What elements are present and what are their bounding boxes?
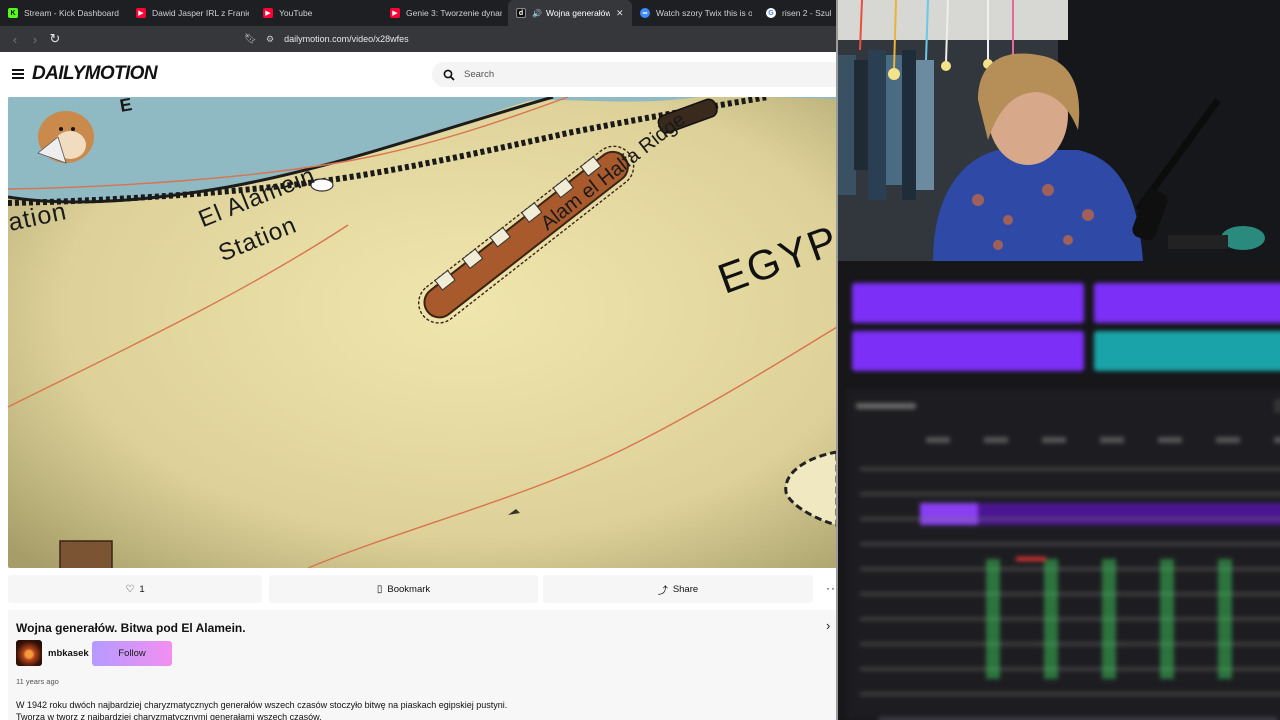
youtube-icon: ▶: [136, 8, 146, 18]
url-text: dailymotion.com/video/x28wfes: [284, 34, 409, 44]
back-icon[interactable]: ‹: [5, 32, 25, 47]
stat-card: [1094, 283, 1280, 323]
like-button[interactable]: ♡ 1: [8, 575, 262, 603]
chevron-right-icon[interactable]: ›: [826, 618, 830, 633]
tab-title: Watch szory Twix this is on: [656, 8, 752, 18]
bookmark-star-icon[interactable]: 🔖︎: [244, 34, 257, 45]
tab-risen-2[interactable]: G risen 2 - Szukaj: [758, 0, 837, 26]
stat-card: [1094, 331, 1280, 371]
channel-name[interactable]: mbkasek: [48, 648, 89, 659]
like-count: 1: [139, 583, 145, 595]
bookmark-icon: ▯: [376, 583, 383, 595]
tab-watch-szory[interactable]: ∞ Watch szory Twix this is on: [632, 0, 758, 26]
share-button[interactable]: ⤴ Share: [543, 575, 813, 603]
search-input[interactable]: [464, 69, 764, 80]
stat-card: [852, 331, 1084, 371]
follow-button[interactable]: Follow: [92, 641, 172, 666]
hamster-watermark: [37, 111, 94, 164]
stream-overlay: [838, 0, 1280, 720]
url-field[interactable]: 🔖︎ ⚙︎ dailymotion.com/video/x28wfes: [244, 29, 837, 49]
reload-icon[interactable]: ↻: [45, 31, 65, 47]
share-icon: ⤴: [657, 585, 668, 597]
share-label: Share: [672, 583, 699, 595]
video-actions: ♡ 1 ▯ Bookmark ⤴ Share ···: [8, 575, 837, 603]
analytics-dashboard: [838, 261, 1280, 720]
browser-window: K Stream - Kick Dashboard ▶ Dawid Jasper…: [0, 0, 837, 720]
forward-icon[interactable]: ›: [25, 32, 45, 47]
stat-card: [852, 283, 1084, 323]
video-info-panel: Wojna generałów. Bitwa pod El Alamein. ›…: [8, 610, 837, 720]
video-player[interactable]: E ation El Alamein Station Alam el Halfa…: [8, 97, 837, 568]
map-frame: [8, 97, 837, 568]
tab-wojna-generalow[interactable]: d 🔊 Wojna generałów. B ✕: [508, 0, 632, 26]
bookmark-button[interactable]: ▯ Bookmark: [269, 575, 538, 603]
screen: K Stream - Kick Dashboard ▶ Dawid Jasper…: [0, 0, 1280, 720]
tab-title: Dawid Jasper IRL z Franiem: [152, 8, 249, 18]
tab-kick-dashboard[interactable]: K Stream - Kick Dashboard: [0, 0, 128, 26]
youtube-icon: ▶: [390, 8, 400, 18]
tab-genie-3[interactable]: ▶ Genie 3: Tworzenie dynam: [382, 0, 508, 26]
close-tab-icon[interactable]: ✕: [616, 8, 624, 19]
tab-title: Stream - Kick Dashboard: [24, 8, 119, 18]
video-description-line-2: Tworzą w tworz z najbardziej charyzmatyc…: [16, 712, 322, 720]
webcam-image: [838, 0, 1280, 261]
heart-icon: ♡: [125, 583, 135, 595]
tab-title: Wojna generałów. B: [545, 8, 610, 18]
upload-age: 11 years ago: [16, 677, 59, 686]
dailymotion-icon: d: [516, 8, 526, 18]
video-description: W 1942 roku dwóch najbardziej charyzmaty…: [16, 700, 508, 710]
youtube-icon: ▶: [263, 8, 273, 18]
tab-strip: K Stream - Kick Dashboard ▶ Dawid Jasper…: [0, 0, 837, 26]
tab-title: risen 2 - Szukaj: [782, 8, 831, 18]
tab-dawid-jasper[interactable]: ▶ Dawid Jasper IRL z Franiem: [128, 0, 255, 26]
search-icon: [443, 69, 455, 81]
tab-title: Genie 3: Tworzenie dynam: [406, 8, 502, 18]
address-bar: ‹ › ↻ 🔖︎ ⚙︎ dailymotion.com/video/x28wfe…: [0, 26, 837, 52]
search-bar[interactable]: [432, 62, 837, 87]
google-icon: G: [766, 8, 776, 18]
overview-table: [846, 389, 1280, 719]
speaker-icon[interactable]: 🔊: [532, 9, 542, 18]
webcam-feed: [838, 0, 1280, 261]
channel-avatar[interactable]: [16, 640, 42, 666]
site-header: DAILYMOTION: [0, 52, 837, 97]
tab-youtube[interactable]: ▶ YouTube: [255, 0, 382, 26]
kick-icon: K: [8, 8, 18, 18]
site-info-icon[interactable]: ⚙︎: [266, 34, 274, 45]
dailymotion-logo[interactable]: DAILYMOTION: [32, 63, 158, 85]
bookmark-label: Bookmark: [387, 583, 431, 595]
twitch-tracker-icon: ∞: [640, 8, 650, 18]
video-title: Wojna generałów. Bitwa pod El Alamein.: [16, 621, 246, 635]
menu-icon[interactable]: [12, 69, 24, 79]
tab-title: YouTube: [279, 8, 313, 18]
